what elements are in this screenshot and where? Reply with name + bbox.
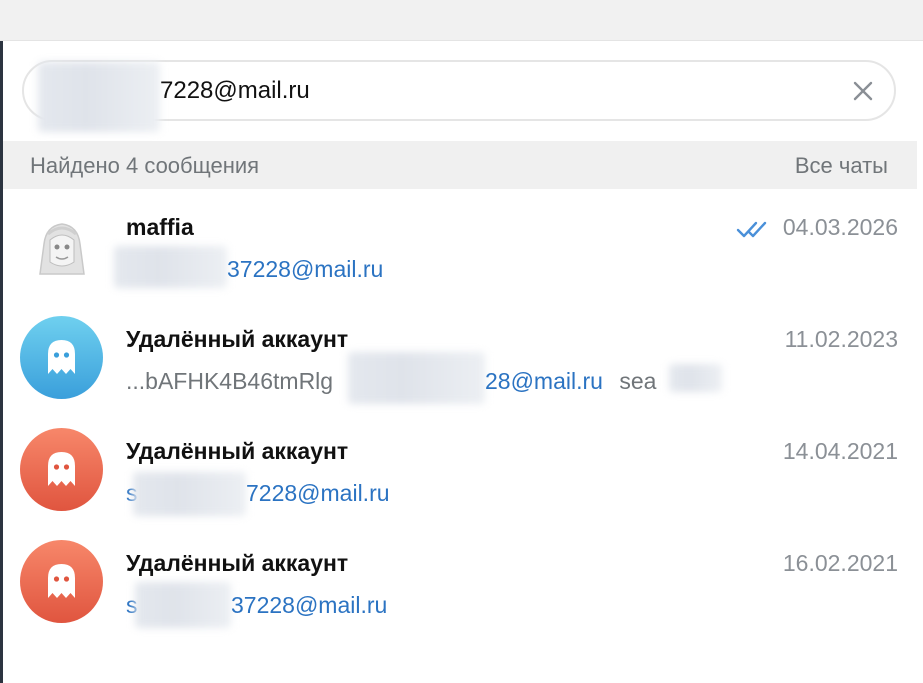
- chat-name: Удалённый аккаунт: [126, 326, 349, 352]
- chat-name: maffia: [126, 214, 194, 240]
- chat-name: Удалённый аккаунт: [126, 550, 349, 576]
- read-double-check-icon: [736, 221, 767, 238]
- avatar: [20, 428, 103, 511]
- chat-name: Удалённый аккаунт: [126, 438, 349, 464]
- preview-text: ...bAFHK4B46tmRlg: [126, 368, 334, 394]
- message-preview-link: 28@mail.ru sea: [485, 368, 656, 395]
- preview-suffix: sea: [619, 368, 657, 394]
- search-input-text[interactable]: 7228@mail.ru: [160, 77, 310, 105]
- message-result-row[interactable]: Удалённый аккаунт 11.02.2023 ...bAFHK4B4…: [3, 302, 917, 414]
- redacted-text: [669, 364, 722, 392]
- redacted-text: [38, 62, 160, 132]
- email-link[interactable]: 7228@mail.ru: [246, 480, 390, 506]
- email-link[interactable]: 37228@mail.ru: [227, 256, 383, 282]
- window-top-bar: [0, 0, 923, 41]
- redacted-text: [114, 246, 227, 288]
- avatar: [20, 204, 103, 287]
- clear-search-button[interactable]: [848, 76, 878, 106]
- email-link[interactable]: 37228@mail.ru: [231, 592, 387, 618]
- message-preview-link: 37228@mail.ru: [231, 592, 387, 619]
- ghost-icon: [48, 340, 75, 374]
- message-result-row[interactable]: maffia 04.03.2026 37228@mail.ru: [3, 190, 917, 302]
- close-icon[interactable]: [848, 76, 878, 106]
- message-preview-link: 7228@mail.ru: [246, 480, 390, 507]
- message-date: 04.03.2026: [782, 214, 898, 240]
- redacted-text: [348, 352, 485, 404]
- search-results-header: Найдено 4 сообщения Все чаты: [3, 141, 917, 189]
- message-result-row[interactable]: Удалённый аккаунт 14.04.2021 s 7228@mail…: [3, 414, 917, 526]
- message-preview: 37228@mail.ru: [227, 256, 383, 283]
- user-photo-icon: [20, 204, 103, 287]
- message-date: 11.02.2023: [784, 326, 898, 352]
- message-preview: ...bAFHK4B46tmRlg: [126, 368, 333, 395]
- redacted-text: [133, 472, 246, 516]
- message-result-row[interactable]: Удалённый аккаунт 16.02.2021 s 37228@mai…: [3, 526, 917, 638]
- message-date: 16.02.2021: [782, 550, 898, 576]
- ghost-icon: [48, 564, 75, 598]
- search-box[interactable]: 7228@mail.ru: [22, 60, 896, 132]
- ghost-icon: [48, 452, 75, 486]
- avatar: [20, 540, 103, 623]
- found-count-label: Найдено 4 сообщения: [30, 153, 260, 178]
- email-link[interactable]: 28@mail.ru: [485, 368, 603, 394]
- redacted-text: [135, 582, 231, 628]
- all-chats-button[interactable]: Все чаты: [795, 153, 888, 179]
- message-date: 14.04.2021: [782, 438, 898, 464]
- avatar: [20, 316, 103, 399]
